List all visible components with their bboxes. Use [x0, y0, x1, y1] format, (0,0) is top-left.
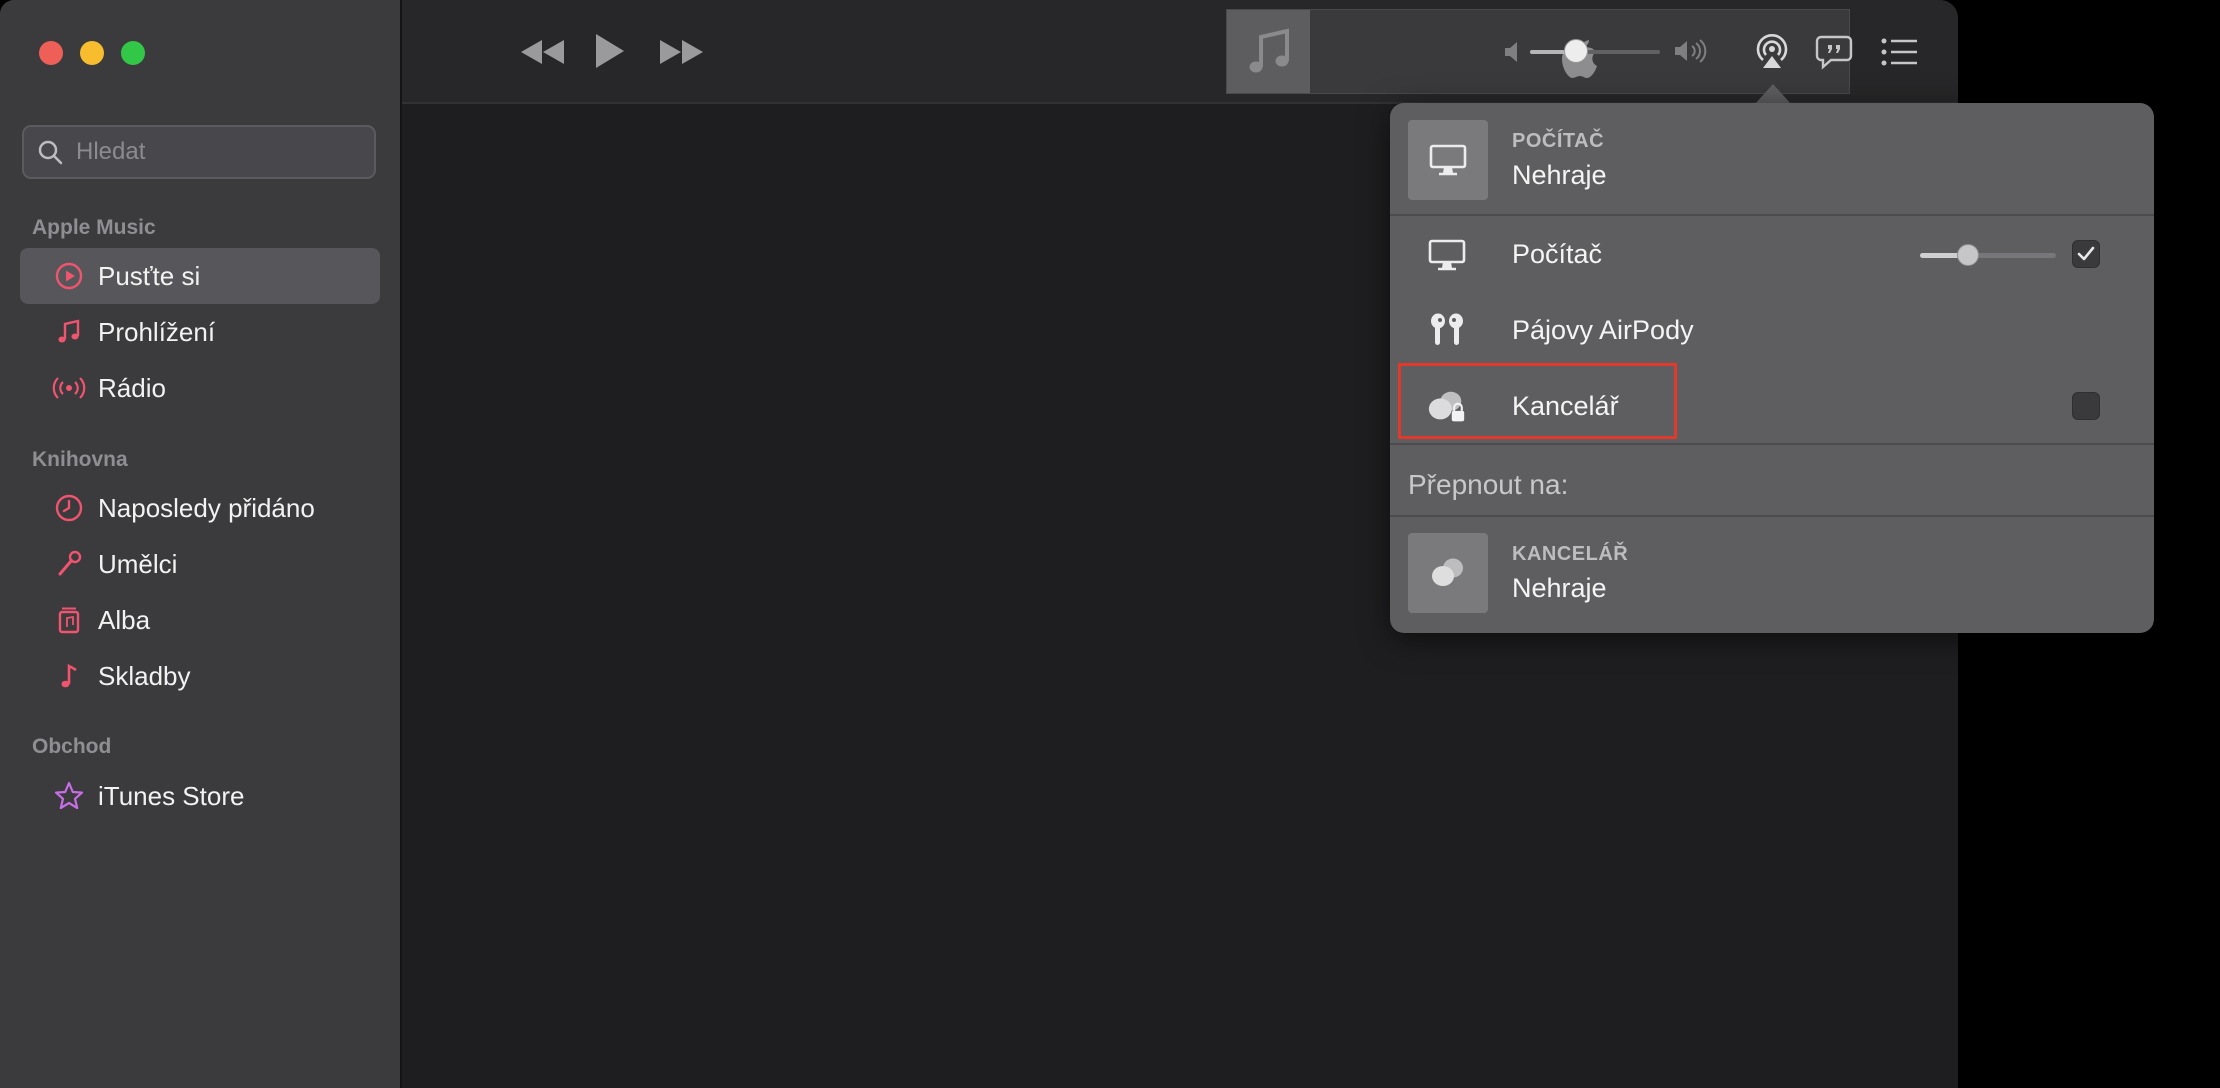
now-playing-device-label: POČÍTAČ	[1512, 130, 1605, 152]
sidebar-item-radio[interactable]: Rádio	[20, 360, 380, 416]
switch-target-thumbnail[interactable]	[1408, 533, 1488, 613]
device-checkbox-unchecked[interactable]	[2072, 392, 2100, 420]
microphone-icon	[52, 547, 86, 581]
lyrics-button[interactable]	[1814, 32, 1854, 72]
close-window-button[interactable]	[39, 41, 63, 65]
divider	[1390, 443, 2154, 445]
checkmark-icon	[2077, 246, 2095, 261]
sidebar-item-songs[interactable]: Skladby	[20, 648, 380, 704]
album-art-placeholder	[1227, 10, 1310, 93]
device-name: Kancelář	[1512, 391, 1619, 421]
radio-waves-icon	[52, 371, 86, 405]
queue-list-icon	[1881, 38, 1917, 66]
sidebar-item-label: Rádio	[98, 372, 166, 403]
volume-low-icon	[1502, 38, 1524, 66]
divider	[1390, 214, 2154, 216]
sidebar: Apple Music Pusťte si Prohlížení Rádio K…	[0, 0, 402, 1088]
sidebar-item-browse[interactable]: Prohlížení	[20, 304, 380, 360]
sidebar-item-label: Skladby	[98, 660, 191, 691]
homepod-lock-icon	[1426, 387, 1468, 427]
airplay-device-row[interactable]: Pájovy AirPody	[1390, 295, 2154, 367]
section-apple-music: Apple Music	[32, 216, 156, 239]
volume-high-icon	[1672, 36, 1708, 66]
minimize-window-button[interactable]	[80, 41, 104, 65]
search-input[interactable]	[74, 137, 368, 167]
airplay-icon	[1756, 33, 1788, 68]
sidebar-item-recently-added[interactable]: Naposledy přidáno	[20, 480, 380, 536]
album-icon	[52, 603, 86, 637]
rewind-icon	[521, 40, 564, 64]
star-icon	[52, 779, 86, 813]
switch-target-status: Nehraje	[1512, 573, 1607, 603]
device-name: Počítač	[1512, 239, 1603, 269]
sidebar-item-label: Prohlížení	[98, 316, 216, 347]
toolbar	[402, 0, 1958, 104]
device-volume-knob[interactable]	[1956, 244, 1979, 266]
airplay-button[interactable]	[1752, 28, 1792, 72]
sidebar-item-albums[interactable]: Alba	[20, 592, 380, 648]
search-icon	[38, 140, 63, 165]
device-name: Pájovy AirPody	[1512, 315, 1694, 345]
section-store: Obchod	[32, 735, 112, 758]
airplay-popover: POČÍTAČ Nehraje Počítač Pájovy AirPody K…	[1390, 103, 2154, 633]
switch-to-label: Přepnout na:	[1408, 469, 1569, 500]
volume-slider-knob[interactable]	[1563, 39, 1588, 63]
sidebar-item-label: Alba	[98, 604, 151, 635]
zoom-window-button[interactable]	[121, 41, 145, 65]
sidebar-item-label: Pusťte si	[98, 260, 201, 291]
search-field[interactable]	[22, 125, 376, 179]
fast-forward-button[interactable]	[656, 32, 706, 72]
now-playing-status: Nehraje	[1512, 160, 1607, 190]
queue-list-button[interactable]	[1880, 34, 1920, 70]
lyrics-icon	[1815, 35, 1853, 70]
airpods-icon	[1426, 311, 1468, 351]
rewind-button[interactable]	[518, 32, 568, 72]
sidebar-item-label: iTunes Store	[98, 780, 245, 811]
sidebar-item-artists[interactable]: Umělci	[20, 536, 380, 592]
computer-icon	[1429, 144, 1467, 176]
homepod-icon	[1432, 558, 1463, 586]
play-button[interactable]	[590, 28, 630, 74]
sidebar-item-listen-now[interactable]: Pusťte si	[20, 248, 380, 304]
music-note-icon	[1249, 27, 1289, 72]
music-note-icon	[52, 659, 86, 693]
computer-icon	[1426, 235, 1468, 275]
device-checkbox-checked[interactable]	[2072, 240, 2100, 268]
popover-arrow	[1755, 84, 1791, 104]
sidebar-item-itunes-store[interactable]: iTunes Store	[20, 768, 380, 824]
divider	[1390, 515, 2154, 517]
sidebar-item-label: Umělci	[98, 548, 178, 579]
airplay-device-row[interactable]: Kancelář	[1390, 371, 2154, 443]
music-note-icon	[52, 315, 86, 349]
switch-target-label: KANCELÁŘ	[1512, 543, 1629, 565]
play-icon	[596, 34, 624, 68]
section-library: Knihovna	[32, 448, 128, 471]
clock-icon	[52, 491, 86, 525]
play-circle-icon	[52, 259, 86, 293]
fast-forward-icon	[660, 40, 703, 64]
now-playing-thumbnail	[1408, 120, 1488, 200]
sidebar-item-label: Naposledy přidáno	[98, 492, 315, 523]
airplay-device-row[interactable]: Počítač	[1390, 219, 2154, 291]
